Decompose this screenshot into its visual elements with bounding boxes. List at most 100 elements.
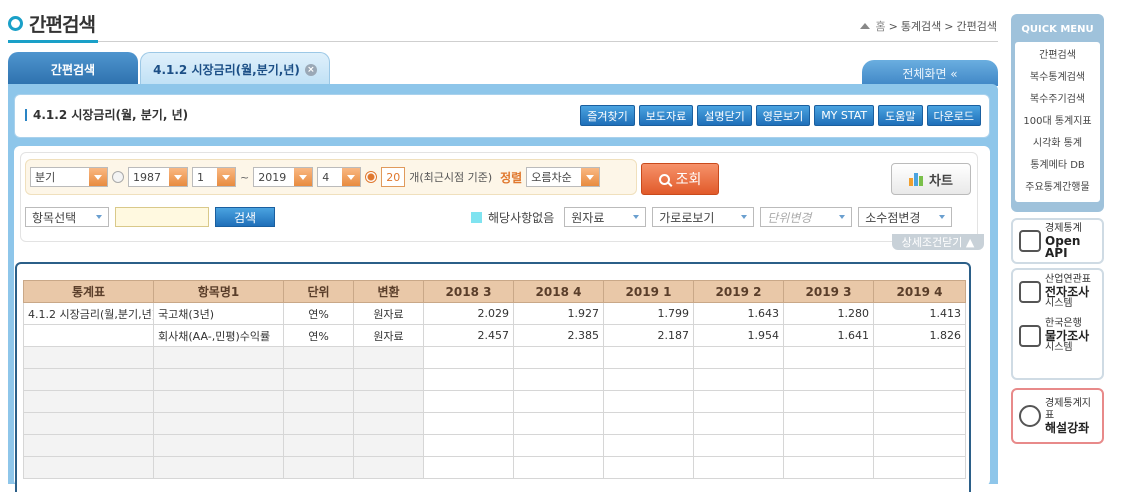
breadcrumb-stat-search[interactable]: 통계검색 xyxy=(901,18,941,34)
survey-small: 산업연관표 xyxy=(1045,274,1091,285)
document-icon xyxy=(1019,230,1041,252)
table-cell: 연% xyxy=(283,324,354,347)
chevron-down-icon xyxy=(89,168,107,186)
table-cell: 2.457 xyxy=(423,324,514,347)
breadcrumb-home[interactable]: 홈 xyxy=(875,18,885,34)
chevron-down-icon xyxy=(294,168,313,186)
open-api-link[interactable]: 경제통계 Open API xyxy=(1011,218,1104,264)
table-cell: 1.799 xyxy=(603,302,694,325)
search-form: 분기 1987 1 ~ 2019 4 20 개(최근시점 기준) 정렬 오름차순… xyxy=(20,152,978,242)
column-header: 통계표 xyxy=(23,280,154,303)
search-button[interactable]: 검색 xyxy=(215,207,275,227)
quick-menu-item[interactable]: 간편검색 xyxy=(1015,45,1100,67)
range-tilde: ~ xyxy=(240,170,250,184)
sort-select[interactable]: 오름차순 xyxy=(526,167,601,187)
quick-menu-item[interactable]: 시각화 통계 xyxy=(1015,133,1100,155)
empty-row xyxy=(23,368,966,391)
select-value: 2019 xyxy=(258,170,287,184)
breadcrumb-separator: > xyxy=(888,19,898,33)
recent-count-input[interactable]: 20 xyxy=(381,167,406,187)
quick-menu-item[interactable]: 복수통계검색 xyxy=(1015,67,1100,89)
chevron-down-icon xyxy=(581,168,600,186)
collapse-conditions-button[interactable]: 상세조건닫기 ▲ xyxy=(892,234,984,250)
column-header: 2018 4 xyxy=(513,280,604,303)
chart-button[interactable]: 차트 xyxy=(891,163,971,195)
survey-big: 전자조사 xyxy=(1045,285,1090,299)
empty-row xyxy=(23,412,966,435)
to-year-select[interactable]: 2019 xyxy=(253,167,314,187)
table-cell xyxy=(23,324,154,347)
bar-chart-icon xyxy=(909,172,924,186)
lecture-text: 경제통계지표 해설강좌 xyxy=(1045,398,1096,434)
query-button[interactable]: 조회 xyxy=(641,163,719,195)
range-radio[interactable] xyxy=(112,171,124,183)
table-header-row: 통계표 항목명1 단위 변환 2018 3 2018 4 2019 1 2019… xyxy=(23,280,966,303)
io-survey-text: 산업연관표 전자조사 시스템 xyxy=(1045,274,1091,310)
quick-menu-item[interactable]: 복수주기검색 xyxy=(1015,89,1100,111)
combo-value: 소수점변경 xyxy=(865,210,921,225)
content-body: 분기 1987 1 ~ 2019 4 20 개(최근시점 기준) 정렬 오름차순… xyxy=(14,146,990,492)
combo-value: 가로로보기 xyxy=(659,210,715,225)
open-api-big: Open API xyxy=(1045,234,1081,260)
tab-market-rate[interactable]: 4.1.2 시장금리(월,분기,년) × xyxy=(140,52,330,86)
search-input[interactable] xyxy=(115,207,209,227)
table-row: 회사채(AA-,민평)수익률 연% 원자료 2.457 2.385 2.187 … xyxy=(23,324,966,347)
magnifier-icon xyxy=(1019,325,1041,347)
table-cell: 2.029 xyxy=(423,302,514,325)
item-select[interactable]: 항목선택 xyxy=(25,207,109,227)
from-quarter-select[interactable]: 1 xyxy=(192,167,236,187)
to-quarter-select[interactable]: 4 xyxy=(317,167,362,187)
recent-radio[interactable] xyxy=(365,171,378,183)
home-icon xyxy=(860,23,871,29)
tab-label: 4.1.2 시장금리(월,분기,년) xyxy=(153,63,300,77)
close-icon[interactable]: × xyxy=(304,63,317,76)
table-cell: 원자료 xyxy=(353,302,424,325)
table-cell: 원자료 xyxy=(353,324,424,347)
quick-sidebar: QUICK MENU 간편검색 복수통계검색 복수주기검색 100대 통계지표 … xyxy=(1011,14,1104,444)
download-button[interactable]: 다운로드 xyxy=(926,105,981,126)
io-survey-link[interactable]: 산업연관표 전자조사 시스템 xyxy=(1019,274,1091,310)
chevron-down-icon xyxy=(342,168,361,186)
table-cell: 1.641 xyxy=(783,324,874,347)
chevron-down-icon xyxy=(741,215,748,219)
tab-label: 간편검색 xyxy=(50,62,96,77)
table-cell: 국고채(3년) xyxy=(153,302,284,325)
quick-menu-item[interactable]: 주요통계간행물 xyxy=(1015,177,1100,199)
column-header: 2019 3 xyxy=(783,280,874,303)
column-header: 변환 xyxy=(353,280,424,303)
tab-simple-search[interactable]: 간편검색 xyxy=(8,52,138,86)
price-survey-link[interactable]: 한국은행 물가조사 시스템 xyxy=(1019,318,1089,354)
main-area: 간편검색 홈 > 통계검색 > 간편검색 간편검색 4.1.2 시장금리(월,분… xyxy=(0,0,1005,492)
view-mode-select[interactable]: 가로로보기 xyxy=(652,207,755,227)
chevron-down-icon xyxy=(96,215,102,219)
combo-value: 항목선택 xyxy=(32,210,77,225)
lecture-link[interactable]: 경제통계지표 해설강좌 xyxy=(1011,388,1104,444)
chevron-down-icon xyxy=(217,168,235,186)
combo-value: 원자료 xyxy=(571,210,605,225)
table-cell: 2.385 xyxy=(513,324,604,347)
decimal-change-select[interactable]: 소수점변경 xyxy=(858,207,953,227)
help-button[interactable]: 도움말 xyxy=(878,105,923,126)
from-year-select[interactable]: 1987 xyxy=(128,167,188,187)
quick-menu-item[interactable]: 통계메타 DB xyxy=(1015,155,1100,177)
period-select[interactable]: 분기 xyxy=(30,167,108,187)
sort-label: 정렬 xyxy=(500,170,523,185)
column-header: 2019 4 xyxy=(873,280,966,303)
legend-label: 해당사항없음 xyxy=(488,210,555,225)
price-big: 물가조사 xyxy=(1045,329,1090,343)
fullscreen-button[interactable]: 전체화면 « xyxy=(862,60,998,86)
table-cell: 1.927 xyxy=(513,302,604,325)
english-view-button[interactable]: 영문보기 xyxy=(755,105,811,126)
column-header: 2019 1 xyxy=(603,280,694,303)
my-stat-button[interactable]: MY STAT xyxy=(814,105,875,126)
table-cell: 연% xyxy=(283,302,354,325)
favorite-button[interactable]: 즐겨찾기 xyxy=(580,105,635,126)
quick-menu-item[interactable]: 100대 통계지표 xyxy=(1015,111,1100,133)
page-title: 간편검색 xyxy=(8,10,96,37)
press-release-button[interactable]: 보도자료 xyxy=(638,105,694,126)
quick-menu: QUICK MENU 간편검색 복수통계검색 복수주기검색 100대 통계지표 … xyxy=(1011,14,1104,212)
quick-menu-list: 간편검색 복수통계검색 복수주기검색 100대 통계지표 시각화 통계 통계메타… xyxy=(1015,42,1100,202)
close-description-button[interactable]: 설명닫기 xyxy=(697,105,752,126)
chevron-down-icon xyxy=(633,215,640,219)
data-type-select[interactable]: 원자료 xyxy=(564,207,647,227)
